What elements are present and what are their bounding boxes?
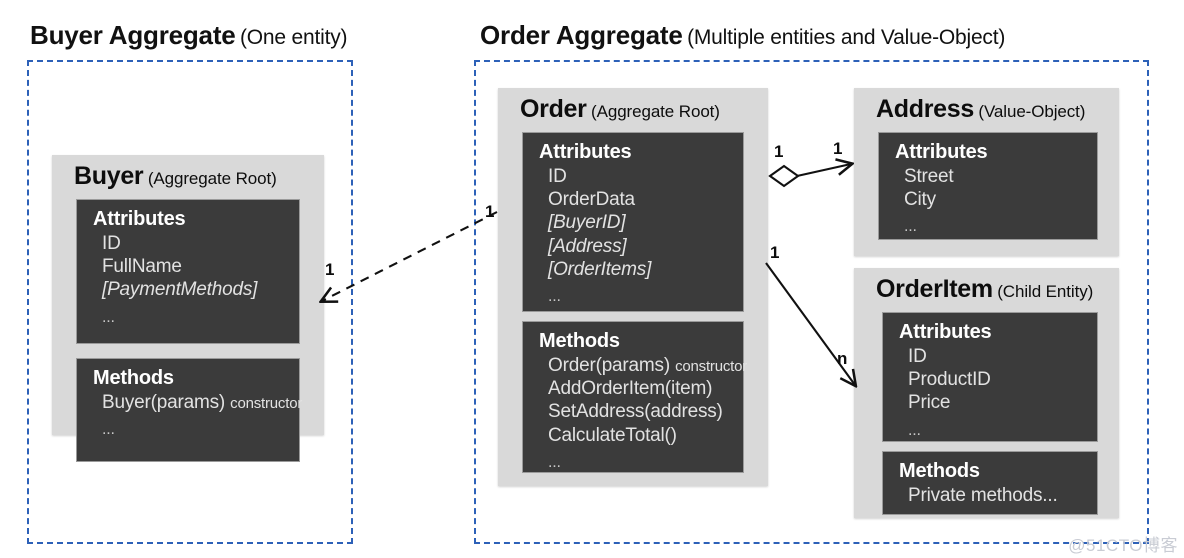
card-buyer-title: Buyer (Aggregate Root) (74, 164, 277, 189)
buyer-aggregate-title-note: (One entity) (240, 26, 348, 49)
address-attribute-item: City (904, 188, 936, 210)
orderitem-method-item: Private methods... (908, 484, 1058, 506)
card-order-stereotype: (Aggregate Root) (591, 102, 720, 121)
order-attribute-item: [OrderItems] (548, 259, 652, 281)
order-aggregate-title-text: Order Aggregate (480, 20, 683, 50)
buyer-attribute-item: ID (102, 232, 121, 254)
card-order-name: Order (520, 95, 587, 123)
card-address-name: Address (876, 95, 974, 123)
address-attribute-item: Street (904, 165, 954, 187)
buyer-attribute-item: FullName (102, 255, 182, 277)
order-aggregate-title: Order Aggregate (Multiple entities and V… (480, 22, 1005, 48)
multiplicity-order-to-address-target: 1 (833, 139, 843, 158)
order-attribute-item: [BuyerID] (548, 212, 626, 234)
buyer-method-signature: Buyer(params) (102, 391, 226, 413)
buyer-attribute-item: [PaymentMethods] (102, 279, 258, 301)
order-methods-ellipsis: ... (548, 454, 561, 472)
card-address-stereotype: (Value-Object) (978, 102, 1086, 121)
card-orderitem-stereotype: (Child Entity) (997, 282, 1094, 301)
address-attributes-ellipsis: ... (904, 218, 917, 236)
buyer-methods-heading: Methods (93, 367, 174, 389)
buyer-method-item: Buyer(params) constructor (93, 391, 303, 414)
buyer-method-suffix: constructor (230, 394, 303, 412)
card-order-title: Order (Aggregate Root) (520, 97, 720, 122)
order-attribute-item: [Address] (548, 235, 627, 257)
orderitem-methods-panel: Methods Private methods... (882, 451, 1098, 515)
orderitem-attributes-heading: Attributes (899, 321, 992, 343)
order-aggregate-title-note: (Multiple entities and Value-Object) (687, 26, 1006, 49)
buyer-attributes-panel: Attributes ID FullName [PaymentMethods] … (76, 199, 300, 344)
watermark: @51CTO博客 (1068, 536, 1178, 555)
orderitem-attribute-item: ProductID (908, 368, 991, 390)
order-method-item: CalculateTotal() (548, 424, 677, 446)
buyer-methods-panel: Methods Buyer(params) constructor ... (76, 358, 303, 462)
order-attributes-ellipsis: ... (548, 288, 561, 306)
multiplicity-order-to-address-source: 1 (774, 142, 784, 161)
order-method-item: AddOrderItem(item) (548, 377, 713, 399)
card-buyer-name: Buyer (74, 162, 144, 190)
buyer-aggregate-title: Buyer Aggregate (One entity) (30, 20, 348, 50)
card-orderitem-name: OrderItem (876, 275, 993, 303)
multiplicity-order-to-orderitem-source: 1 (770, 243, 780, 262)
orderitem-attributes-panel: Attributes ID ProductID Price ... (882, 312, 1098, 442)
order-attributes-heading: Attributes (539, 141, 632, 163)
order-methods-panel: Methods Order(params) constructor AddOrd… (522, 321, 747, 473)
order-method-suffix: constructor (675, 357, 748, 375)
orderitem-methods-heading: Methods (899, 460, 980, 482)
card-orderitem-title: OrderItem (Child Entity) (876, 277, 1093, 302)
card-address-title: Address (Value-Object) (876, 97, 1085, 122)
address-attributes-panel: Attributes Street City ... (878, 132, 1098, 240)
address-attributes-heading: Attributes (895, 141, 988, 163)
buyer-aggregate-title-text: Buyer Aggregate (30, 20, 236, 50)
buyer-methods-ellipsis: ... (102, 420, 115, 438)
orderitem-attribute-item: ID (908, 345, 927, 367)
card-buyer-stereotype: (Aggregate Root) (147, 169, 277, 188)
card-order[interactable]: Order (Aggregate Root) Attributes ID Ord… (498, 88, 768, 486)
card-orderitem[interactable]: OrderItem (Child Entity) Attributes ID P… (854, 268, 1119, 518)
multiplicity-buyer-side: 1 (325, 260, 335, 279)
orderitem-attribute-item: Price (908, 392, 951, 414)
multiplicity-order-to-orderitem-target: n (837, 349, 848, 368)
order-methods-heading: Methods (539, 330, 620, 352)
order-attribute-item: ID (548, 165, 567, 187)
orderitem-attributes-ellipsis: ... (908, 421, 921, 439)
order-method-item: Order(params) constructor (539, 354, 747, 377)
diagram-canvas: Buyer Aggregate (One entity) Order Aggre… (0, 0, 1184, 558)
order-attribute-item: OrderData (548, 188, 635, 210)
buyer-attributes-heading: Attributes (93, 208, 186, 230)
card-buyer[interactable]: Buyer (Aggregate Root) Attributes ID Ful… (52, 155, 324, 462)
order-attributes-panel: Attributes ID OrderData [BuyerID] [Addre… (522, 132, 744, 312)
order-method-item: SetAddress(address) (548, 401, 723, 423)
buyer-attributes-ellipsis: ... (102, 308, 115, 326)
card-address[interactable]: Address (Value-Object) Attributes Street… (854, 88, 1119, 256)
order-method-signature: Order(params) (548, 354, 670, 376)
multiplicity-order-to-buyer-source: 1 (485, 202, 495, 221)
